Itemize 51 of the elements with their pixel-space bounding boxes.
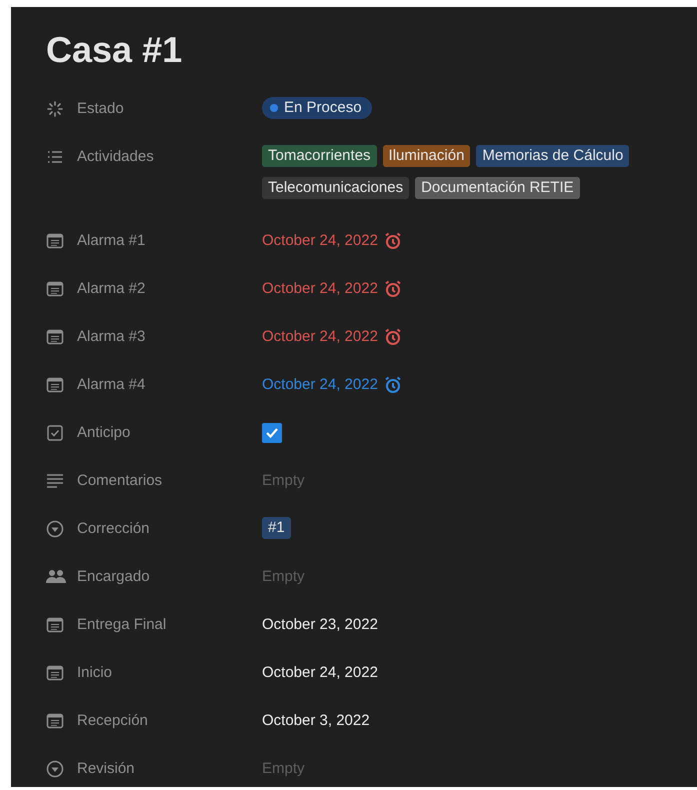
calendar-icon (46, 712, 64, 730)
property-label[interactable]: Estado (77, 97, 124, 121)
date-value[interactable]: October 24, 2022 (262, 325, 378, 349)
tag[interactable]: Iluminación (382, 145, 470, 167)
text-lines-icon (46, 472, 64, 490)
calendar-icon (46, 328, 64, 346)
property-label[interactable]: Actividades (77, 145, 154, 169)
calendar-icon (46, 280, 64, 298)
property-label[interactable]: Alarma #3 (77, 325, 146, 349)
date-value[interactable]: October 3, 2022 (262, 709, 370, 733)
property-label[interactable]: Encargado (77, 565, 150, 589)
calendar-icon (46, 664, 64, 682)
property-label[interactable]: Entrega Final (77, 613, 166, 637)
calendar-icon (46, 616, 64, 634)
property-label[interactable]: Inicio (77, 661, 112, 685)
property-label[interactable]: Anticipo (77, 421, 130, 445)
alarm-clock-icon (384, 328, 402, 346)
property-label[interactable]: Alarma #1 (77, 229, 146, 253)
date-value[interactable]: October 24, 2022 (262, 661, 378, 685)
checkbox-icon (46, 424, 64, 442)
loader-icon (46, 100, 64, 118)
tag[interactable]: Memorias de Cálculo (476, 145, 630, 167)
status-pill[interactable]: En Proceso (262, 97, 372, 119)
calendar-icon (46, 376, 64, 394)
dropdown-icon (46, 760, 64, 778)
tag[interactable]: #1 (262, 517, 291, 539)
people-icon (46, 568, 66, 586)
alarm-clock-icon (384, 232, 402, 250)
empty-value[interactable]: Empty (262, 469, 305, 493)
property-label[interactable]: Revisión (77, 757, 135, 781)
date-value[interactable]: October 24, 2022 (262, 373, 378, 397)
property-label[interactable]: Alarma #2 (77, 277, 146, 301)
property-label[interactable]: Alarma #4 (77, 373, 146, 397)
calendar-icon (46, 232, 64, 250)
alarm-clock-icon (384, 376, 402, 394)
date-value[interactable]: October 24, 2022 (262, 277, 378, 301)
checkbox[interactable] (262, 423, 282, 443)
tag[interactable]: Tomacorrientes (262, 145, 377, 167)
page-title: Casa #1 (46, 29, 184, 71)
empty-value[interactable]: Empty (262, 757, 305, 781)
checkmark-icon (265, 426, 279, 440)
dropdown-icon (46, 520, 64, 538)
tag[interactable]: Telecomunicaciones (262, 177, 410, 199)
property-label[interactable]: Corrección (77, 517, 150, 541)
alarm-clock-icon (384, 280, 402, 298)
empty-value[interactable]: Empty (262, 565, 305, 589)
property-label[interactable]: Recepción (77, 709, 148, 733)
date-value[interactable]: October 24, 2022 (262, 229, 378, 253)
property-label[interactable]: Comentarios (77, 469, 162, 493)
tag[interactable]: Documentación RETIE (415, 177, 580, 199)
date-value[interactable]: October 23, 2022 (262, 613, 378, 637)
